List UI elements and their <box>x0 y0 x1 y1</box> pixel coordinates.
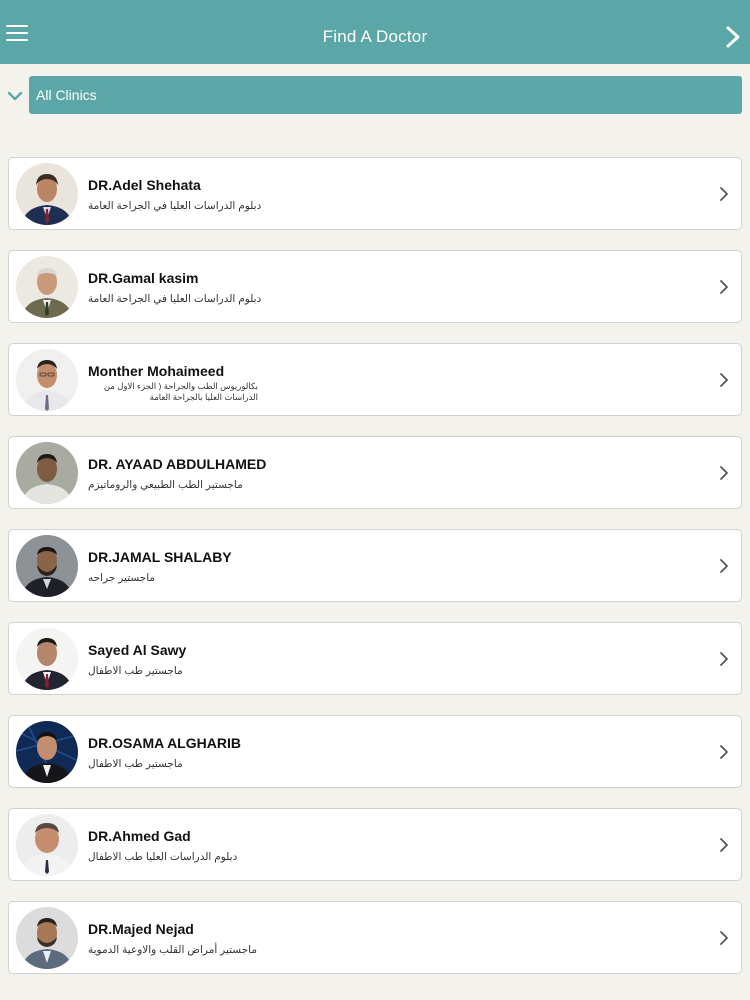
doctor-card[interactable]: Sayed Al Sawy ماجستير طب الاطفال <box>8 622 742 695</box>
doctor-specialty: ماجستير الطب الطبيعي والروماتيزم <box>88 479 243 491</box>
doctor-specialty: دبلوم الدراسات العليا في الجراحة العامة <box>88 200 262 212</box>
clinic-filter-row: All Clinics <box>0 76 750 116</box>
doctor-card[interactable]: DR.JAMAL SHALABY ماجستير جراحه <box>8 529 742 602</box>
doctor-avatar <box>16 256 78 318</box>
doctor-avatar <box>16 163 78 225</box>
doctor-card[interactable]: Monther Mohaimeed بكالوريوس الطب والجراح… <box>8 343 742 416</box>
doctor-card[interactable]: DR. AYAAD ABDULHAMED ماجستير الطب الطبيع… <box>8 436 742 509</box>
chevron-right-icon <box>719 558 729 574</box>
doctor-card[interactable]: DR.Gamal kasim دبلوم الدراسات العليا في … <box>8 250 742 323</box>
chevron-down-icon[interactable] <box>7 89 23 101</box>
doctor-name: DR.Majed Nejad <box>88 921 194 937</box>
doctor-avatar <box>16 814 78 876</box>
doctor-card[interactable]: DR.Majed Nejad ماجستير أمراض القلب والاو… <box>8 901 742 974</box>
doctor-avatar <box>16 442 78 504</box>
doctor-specialty: دبلوم الدراسات العليا طب الاطفال <box>88 851 238 863</box>
doctor-specialty: ماجستير جراحه <box>88 572 156 584</box>
chevron-right-icon <box>719 930 729 946</box>
doctor-name: Sayed Al Sawy <box>88 642 187 658</box>
top-navigation-bar: Find A Doctor <box>0 0 750 64</box>
chevron-right-icon <box>719 279 729 295</box>
doctor-avatar <box>16 349 78 411</box>
doctor-name: DR. AYAAD ABDULHAMED <box>88 456 267 472</box>
doctor-card[interactable]: DR.OSAMA ALGHARIB ماجستير طب الاطفال <box>8 715 742 788</box>
doctor-avatar <box>16 535 78 597</box>
chevron-right-icon[interactable] <box>724 26 742 48</box>
chevron-right-icon <box>719 465 729 481</box>
page-title: Find A Doctor <box>322 27 428 46</box>
doctor-card[interactable]: DR.Ahmed Gad دبلوم الدراسات العليا طب ال… <box>8 808 742 881</box>
doctor-list: DR.Adel Shehata دبلوم الدراسات العليا في… <box>8 157 742 994</box>
doctor-name: DR.OSAMA ALGHARIB <box>88 735 241 751</box>
doctor-name: DR.JAMAL SHALABY <box>88 549 232 565</box>
doctor-name: DR.Gamal kasim <box>88 270 199 286</box>
doctor-card[interactable]: DR.Adel Shehata دبلوم الدراسات العليا في… <box>8 157 742 230</box>
chevron-right-icon <box>719 744 729 760</box>
doctor-name: DR.Ahmed Gad <box>88 828 191 844</box>
doctor-specialty: دبلوم الدراسات العليا في الجراحة العامة <box>88 293 262 305</box>
doctor-specialty: ماجستير طب الاطفال <box>88 758 183 770</box>
doctor-avatar <box>16 721 78 783</box>
clinic-select[interactable]: All Clinics <box>29 76 742 114</box>
doctor-specialty: بكالوريوس الطب والجراحة ( الجزء الاول من… <box>103 381 258 402</box>
doctor-name: Monther Mohaimeed <box>88 363 225 379</box>
chevron-right-icon <box>719 651 729 667</box>
chevron-right-icon <box>719 837 729 853</box>
chevron-right-icon <box>719 372 729 388</box>
doctor-name: DR.Adel Shehata <box>88 177 201 193</box>
doctor-avatar <box>16 907 78 969</box>
doctor-avatar <box>16 628 78 690</box>
chevron-right-icon <box>719 186 729 202</box>
doctor-specialty: ماجستير طب الاطفال <box>88 665 183 677</box>
doctor-specialty: ماجستير أمراض القلب والاوعية الدموية <box>88 944 257 956</box>
